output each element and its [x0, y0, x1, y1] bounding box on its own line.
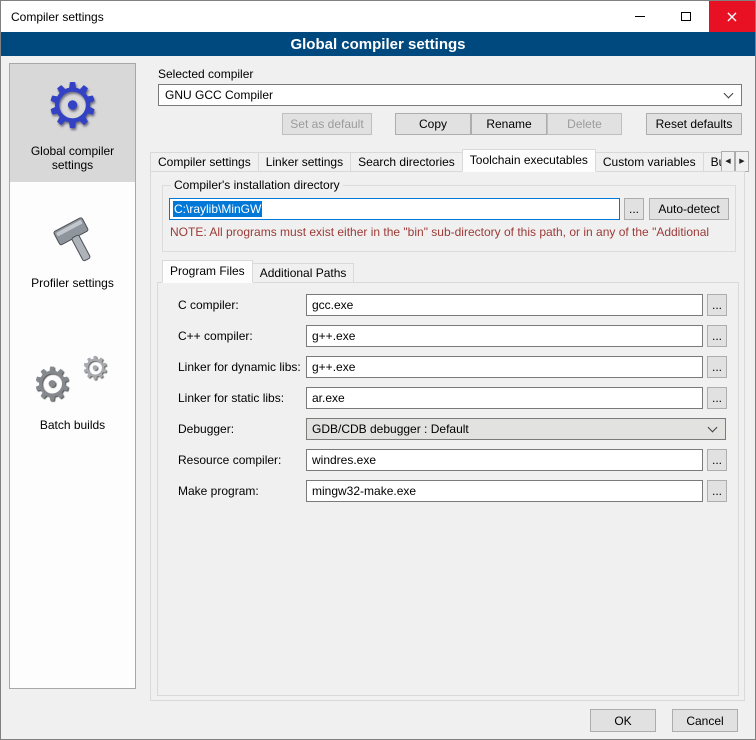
c-compiler-browse-button[interactable]: ...	[707, 294, 727, 316]
install-dir-group: Compiler's installation directory C:\ray…	[162, 178, 736, 252]
tab-compiler-settings[interactable]: Compiler settings	[150, 152, 259, 172]
form-row-make-program: Make program:mingw32-make.exe...	[178, 480, 738, 502]
gear-icon: ⚙	[81, 352, 110, 384]
row-label: C compiler:	[178, 298, 306, 312]
install-dir-note: NOTE: All programs must exist either in …	[170, 225, 729, 239]
form-row-debugger: Debugger: GDB/CDB debugger : Default	[178, 418, 738, 440]
tab-program-files[interactable]: Program Files	[162, 260, 253, 283]
chevron-down-icon	[724, 89, 734, 99]
selected-compiler-label: Selected compiler	[158, 67, 253, 81]
program-files-panel: C compiler:gcc.exe...C++ compiler:g++.ex…	[157, 282, 739, 696]
linker-for-static-libs-input[interactable]: ar.exe	[306, 387, 703, 409]
subtab-strip: Program FilesAdditional Paths	[162, 260, 732, 283]
sidebar-item-batch-builds[interactable]: ⚙⚙ Batch builds	[10, 338, 135, 442]
chevron-down-icon	[708, 423, 718, 433]
install-dir-row: C:\raylib\MinGW ... Auto-detect	[169, 198, 729, 220]
install-dir-value: C:\raylib\MinGW	[173, 201, 262, 217]
linker-for-dynamic-libs-browse-button[interactable]: ...	[707, 356, 727, 378]
select-value: GDB/CDB debugger : Default	[312, 422, 469, 436]
linker-for-dynamic-libs-input[interactable]: g++.exe	[306, 356, 703, 378]
form-row-c-compiler: C++ compiler:g++.exe...	[178, 325, 738, 347]
banner: Global compiler settings	[1, 32, 755, 56]
sidebar-item-profiler-settings[interactable]: Profiler settings	[10, 196, 135, 300]
minimize-icon	[635, 16, 645, 17]
arrow-left-icon: ◀	[725, 157, 730, 165]
tab-additional-paths[interactable]: Additional Paths	[252, 263, 355, 283]
toolchain-rows: C compiler:gcc.exe...C++ compiler:g++.ex…	[158, 294, 738, 502]
banner-title: Global compiler settings	[290, 36, 465, 53]
tab-scroll-left-button[interactable]: ◀	[721, 151, 735, 172]
form-row-c-compiler: C compiler:gcc.exe...	[178, 294, 738, 316]
delete-button[interactable]: Delete	[547, 113, 622, 135]
gray-gears-icon: ⚙⚙	[12, 346, 133, 414]
sidebar-item-label: Batch builds	[12, 418, 133, 432]
row-label: Resource compiler:	[178, 453, 306, 467]
sidebar: ⚙ Global compiler settings Profiler sett…	[9, 63, 136, 689]
form-row-linker-for-static-libs: Linker for static libs:ar.exe...	[178, 387, 738, 409]
titlebar: Compiler settings ×	[1, 1, 755, 32]
c-compiler-input[interactable]: g++.exe	[306, 325, 703, 347]
linker-for-static-libs-browse-button[interactable]: ...	[707, 387, 727, 409]
debugger-select[interactable]: GDB/CDB debugger : Default	[306, 418, 726, 440]
row-label: Debugger:	[178, 422, 306, 436]
tab-scroll-right-button[interactable]: ▶	[735, 151, 749, 172]
close-button[interactable]: ×	[709, 1, 755, 32]
make-program-input[interactable]: mingw32-make.exe	[306, 480, 703, 502]
cancel-button[interactable]: Cancel	[672, 709, 738, 732]
window-controls: ×	[617, 1, 755, 32]
rename-button[interactable]: Rename	[471, 113, 547, 135]
c-compiler-browse-button[interactable]: ...	[707, 325, 727, 347]
tab-linker-settings[interactable]: Linker settings	[258, 152, 351, 172]
autodetect-button[interactable]: Auto-detect	[649, 198, 729, 220]
gear-icon: ⚙	[32, 361, 73, 407]
row-label: Linker for static libs:	[178, 391, 306, 405]
resource-compiler-input[interactable]: windres.exe	[306, 449, 703, 471]
row-label: Make program:	[178, 484, 306, 498]
tab-custom-variables[interactable]: Custom variables	[595, 152, 704, 172]
make-program-browse-button[interactable]: ...	[707, 480, 727, 502]
ok-button[interactable]: OK	[590, 709, 656, 732]
tab-strip: Compiler settingsLinker settingsSearch d…	[150, 149, 721, 172]
subtab-bar: Program FilesAdditional Paths	[162, 260, 732, 283]
main-panel: Selected compiler GNU GCC Compiler Set a…	[146, 56, 749, 701]
tab-scroll: ◀ ▶	[721, 151, 749, 172]
toolchain-executables-panel: Compiler's installation directory C:\ray…	[150, 171, 745, 701]
row-label: C++ compiler:	[178, 329, 306, 343]
tab-toolchain-executables[interactable]: Toolchain executables	[462, 149, 596, 172]
set-as-default-button[interactable]: Set as default	[282, 113, 372, 135]
compiler-buttons-row: Set as default CopyRenameDelete Reset defa…	[146, 113, 749, 135]
close-icon: ×	[725, 9, 738, 25]
form-row-linker-for-dynamic-libs: Linker for dynamic libs:g++.exe...	[178, 356, 738, 378]
tab-build[interactable]: Build	[703, 152, 721, 172]
copy-button[interactable]: Copy	[395, 113, 471, 135]
sidebar-item-label: Profiler settings	[12, 276, 133, 290]
tab-search-directories[interactable]: Search directories	[350, 152, 463, 172]
maximize-button[interactable]	[663, 1, 709, 32]
minimize-button[interactable]	[617, 1, 663, 32]
sidebar-item-global-compiler-settings[interactable]: ⚙ Global compiler settings	[10, 64, 135, 182]
window-title: Compiler settings	[1, 10, 104, 24]
arrow-right-icon: ▶	[739, 157, 744, 165]
compiler-combobox-value: GNU GCC Compiler	[165, 88, 273, 102]
resource-compiler-browse-button[interactable]: ...	[707, 449, 727, 471]
install-dir-group-title: Compiler's installation directory	[171, 178, 343, 192]
reset-defaults-button[interactable]: Reset defaults	[646, 113, 742, 135]
compiler-combobox[interactable]: GNU GCC Compiler	[158, 84, 742, 106]
maximize-icon	[681, 12, 691, 21]
install-dir-browse-button[interactable]: ...	[624, 198, 644, 220]
form-row-resource-compiler: Resource compiler:windres.exe...	[178, 449, 738, 471]
tab-bar: Compiler settingsLinker settingsSearch d…	[150, 149, 749, 172]
hammer-icon	[12, 204, 133, 272]
install-dir-input[interactable]: C:\raylib\MinGW	[169, 198, 620, 220]
blue-gear-icon: ⚙	[45, 74, 101, 138]
sidebar-item-label: Global compiler settings	[12, 144, 133, 172]
c-compiler-input[interactable]: gcc.exe	[306, 294, 703, 316]
row-label: Linker for dynamic libs:	[178, 360, 306, 374]
